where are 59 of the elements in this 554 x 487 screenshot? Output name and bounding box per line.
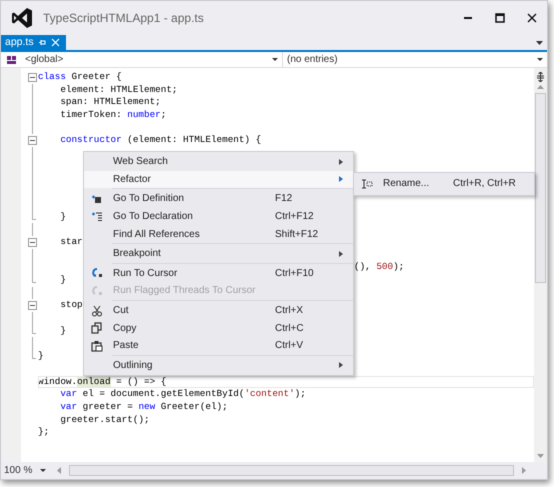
submenu-arrow-icon	[339, 362, 343, 368]
code-line: window.onload = () => {	[38, 376, 166, 386]
dropdown-icon	[40, 469, 46, 472]
code-line: var greeter = new Greeter(el);	[59, 400, 228, 412]
run-to-cursor-icon	[91, 284, 103, 297]
logo-icon	[11, 7, 33, 29]
code-line: span: HTMLElement;	[59, 96, 161, 108]
submenu-arrow-icon	[339, 176, 343, 182]
code-line: };	[38, 426, 50, 438]
paste-icon	[91, 340, 103, 352]
close-icon	[527, 13, 537, 23]
code-line: greeter.start();	[59, 414, 150, 425]
menu-item[interactable]: Find All References Shift+F12	[84, 225, 353, 243]
code-line: stop	[59, 299, 83, 310]
dropdown-icon	[537, 58, 543, 61]
collapse-icon[interactable]	[28, 301, 37, 310]
submenu-arrow-icon	[339, 250, 343, 257]
menu-item[interactable]: Rename... Ctrl+R, Ctrl+R	[354, 175, 534, 193]
zoom-dropdown[interactable]: 100 %	[1, 463, 49, 478]
dropdown-icon[interactable]	[536, 41, 543, 45]
menu-item[interactable]: Cut Ctrl+X	[84, 302, 353, 320]
splitter-icon[interactable]	[536, 72, 545, 82]
rename-icon	[361, 178, 373, 189]
submenu-arrow-icon	[339, 158, 343, 165]
copy-icon	[91, 322, 103, 334]
menu-item[interactable]: Outlining	[84, 356, 353, 374]
maximize-icon	[495, 13, 505, 23]
pin-icon[interactable]	[38, 38, 47, 47]
class-icon	[7, 56, 17, 64]
collapse-icon[interactable]	[28, 238, 37, 247]
definition-icon	[91, 192, 103, 205]
close-icon[interactable]	[50, 38, 60, 47]
declaration-icon	[91, 210, 103, 223]
menu-item[interactable]: Refactor	[84, 170, 353, 188]
menu-item[interactable]: Breakpoint	[84, 244, 353, 263]
run-to-cursor-icon	[91, 267, 103, 280]
code-line: constructor (element: HTMLElement) {	[59, 134, 262, 146]
code-line: timerToken: number;	[59, 109, 166, 120]
code-line: element: HTMLElement;	[59, 84, 178, 95]
dropdown-icon	[272, 58, 278, 61]
scrollbar-thumb[interactable]	[535, 93, 546, 283]
menu-item[interactable]: Copy Ctrl+C	[84, 319, 353, 337]
code-line: var el = document.getElementById('content');	[59, 388, 306, 400]
window-title: TypeScriptHTMLApp1 - app.ts	[43, 10, 205, 27]
code-line: }	[59, 324, 66, 336]
scissors-icon	[91, 304, 103, 317]
code-line: }	[38, 350, 44, 362]
collapse-icon[interactable]	[28, 136, 37, 146]
code-line: }	[59, 210, 66, 222]
collapse-icon[interactable]	[28, 73, 37, 82]
menu-item[interactable]: Go To Declaration Ctrl+F12	[84, 208, 353, 226]
menu-item[interactable]: Paste Ctrl+V	[84, 336, 353, 355]
menu-item[interactable]: Web Search	[84, 153, 353, 171]
code-line: }	[59, 274, 66, 285]
code-line: star	[59, 236, 83, 247]
scrollbar-thumb[interactable]	[69, 465, 514, 476]
menu-item[interactable]: Go To Definition F12	[84, 190, 353, 208]
menu-item[interactable]: Run To Cursor Ctrl+F10	[84, 264, 353, 282]
code-line: class Greeter {	[38, 71, 122, 82]
